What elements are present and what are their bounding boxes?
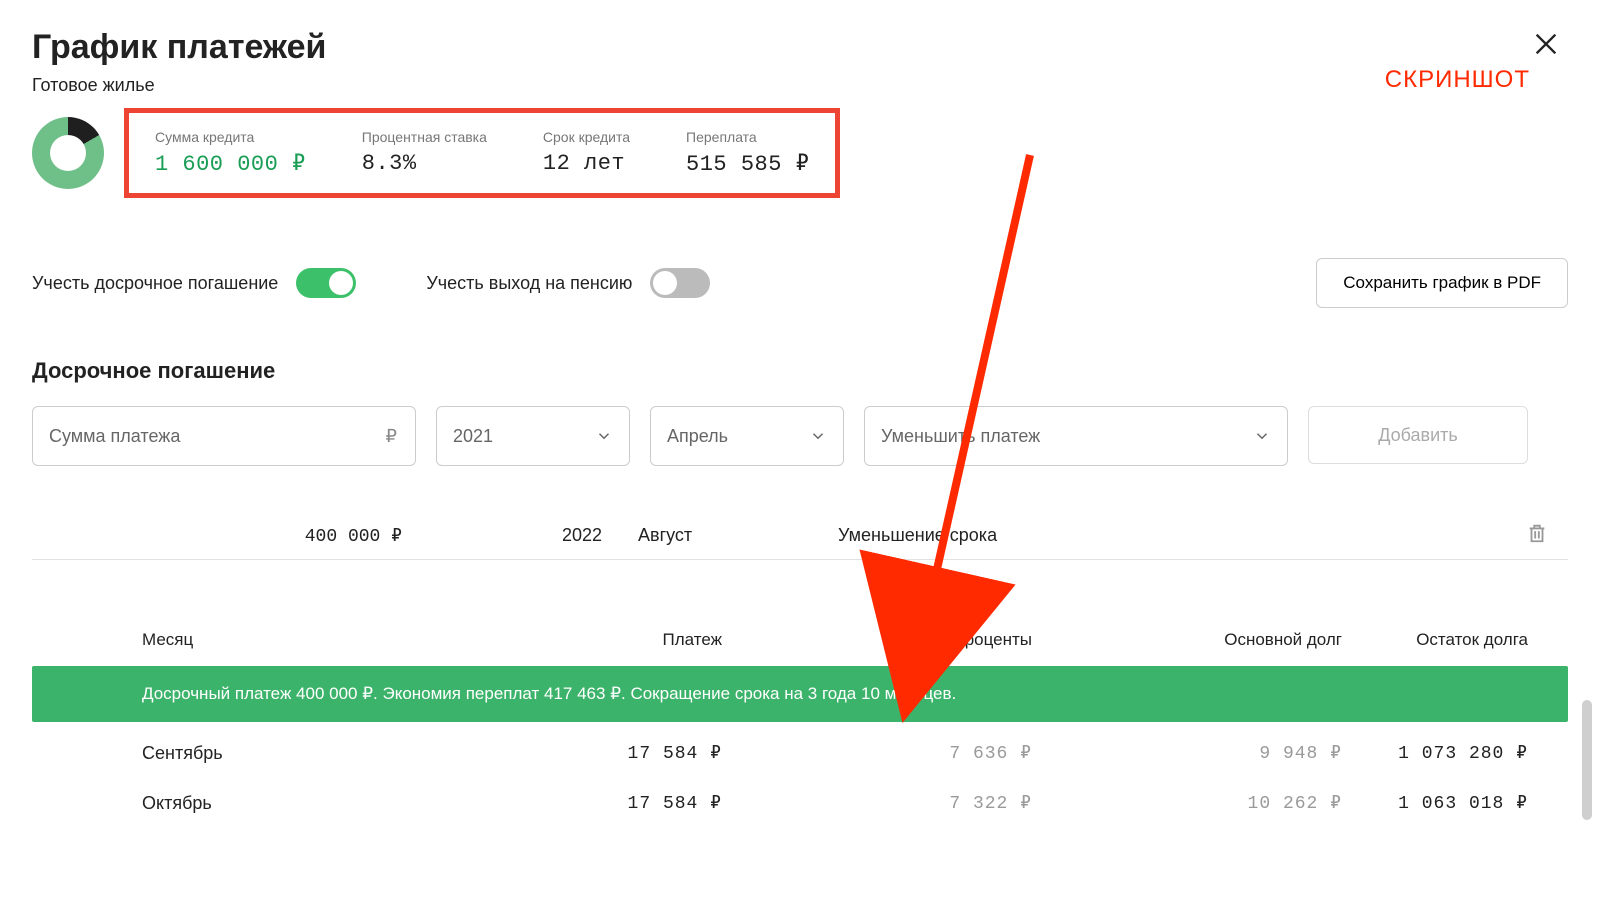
trash-icon [1526,522,1548,544]
early-year-select[interactable]: 2021 [436,406,630,466]
schedule-table-header: Месяц Платеж Проценты Основной долг Оста… [32,630,1568,666]
early-type-value: Уменьшить платеж [881,426,1040,447]
cell-payment: 17 584 ₽ [472,792,762,814]
cell-balance: 1 073 280 ₽ [1382,742,1568,764]
cell-interest: 7 322 ₽ [762,792,1072,814]
col-interest: Проценты [762,630,1072,650]
loan-amount-label: Сумма кредита [155,129,306,145]
overpay-value: 515 585 ₽ [686,151,809,177]
term-label: Срок кредита [543,129,630,145]
early-year-value: 2021 [453,426,493,447]
page-subtitle: Готовое жилье [32,75,1568,96]
early-repay-form: Сумма платежа ₽ 2021 Апрель Уменьшить пл… [32,406,1568,466]
early-entry-month: Август [622,525,838,546]
early-amount-input[interactable]: Сумма платежа ₽ [32,406,416,466]
early-repay-toggle[interactable] [296,268,356,298]
col-payment: Платеж [472,630,762,650]
scrollbar[interactable] [1582,700,1592,820]
chevron-down-icon [809,427,827,445]
retirement-toggle[interactable] [650,268,710,298]
page-title: График платежей [32,28,1568,67]
early-payment-summary-banner: Досрочный платеж 400 000 ₽. Экономия пер… [32,666,1568,722]
cell-principal: 10 262 ₽ [1072,792,1382,814]
early-type-select[interactable]: Уменьшить платеж [864,406,1288,466]
early-month-value: Апрель [667,426,728,447]
save-pdf-button[interactable]: Сохранить график в PDF [1316,258,1568,308]
cell-payment: 17 584 ₽ [472,742,762,764]
retirement-toggle-label: Учесть выход на пенсию [426,273,632,294]
cell-balance: 1 063 018 ₽ [1382,792,1568,814]
cell-interest: 7 636 ₽ [762,742,1072,764]
table-row: Октябрь 17 584 ₽ 7 322 ₽ 10 262 ₽ 1 063 … [32,778,1568,828]
add-early-payment-button[interactable]: Добавить [1308,406,1528,464]
highlighted-summary-box: Сумма кредита 1 600 000 ₽ Процентная ста… [124,108,840,198]
loan-amount-value: 1 600 000 ₽ [155,151,306,177]
loan-summary: Сумма кредита 1 600 000 ₽ Процентная ста… [32,108,1568,198]
rate-value: 8.3% [362,151,487,176]
col-month: Месяц [32,630,472,650]
col-principal: Основной долг [1072,630,1382,650]
table-row: Сентябрь 17 584 ₽ 7 636 ₽ 9 948 ₽ 1 073 … [32,728,1568,778]
early-amount-placeholder: Сумма платежа [49,426,180,447]
rate-label: Процентная ставка [362,129,487,145]
cell-month: Сентябрь [32,743,472,764]
screenshot-annotation: СКРИНШОТ [1385,66,1530,94]
early-entry-year: 2022 [422,525,622,546]
early-entry-type: Уменьшение срока [838,525,1508,546]
delete-early-entry-button[interactable] [1508,522,1568,549]
early-payment-entry: 400 000 ₽ 2022 Август Уменьшение срока [32,512,1568,560]
overpay-label: Переплата [686,129,809,145]
cell-principal: 9 948 ₽ [1072,742,1382,764]
col-balance: Остаток долга [1382,630,1568,650]
early-repay-heading: Досрочное погашение [32,358,1568,384]
chevron-down-icon [595,427,613,445]
ruble-icon: ₽ [386,426,397,447]
donut-chart-icon [32,117,104,189]
chevron-down-icon [1253,427,1271,445]
early-repay-toggle-label: Учесть досрочное погашение [32,273,278,294]
early-month-select[interactable]: Апрель [650,406,844,466]
term-value: 12 лет [543,151,630,176]
cell-month: Октябрь [32,793,472,814]
early-entry-amount: 400 000 ₽ [32,525,422,547]
close-icon[interactable] [1532,30,1560,63]
